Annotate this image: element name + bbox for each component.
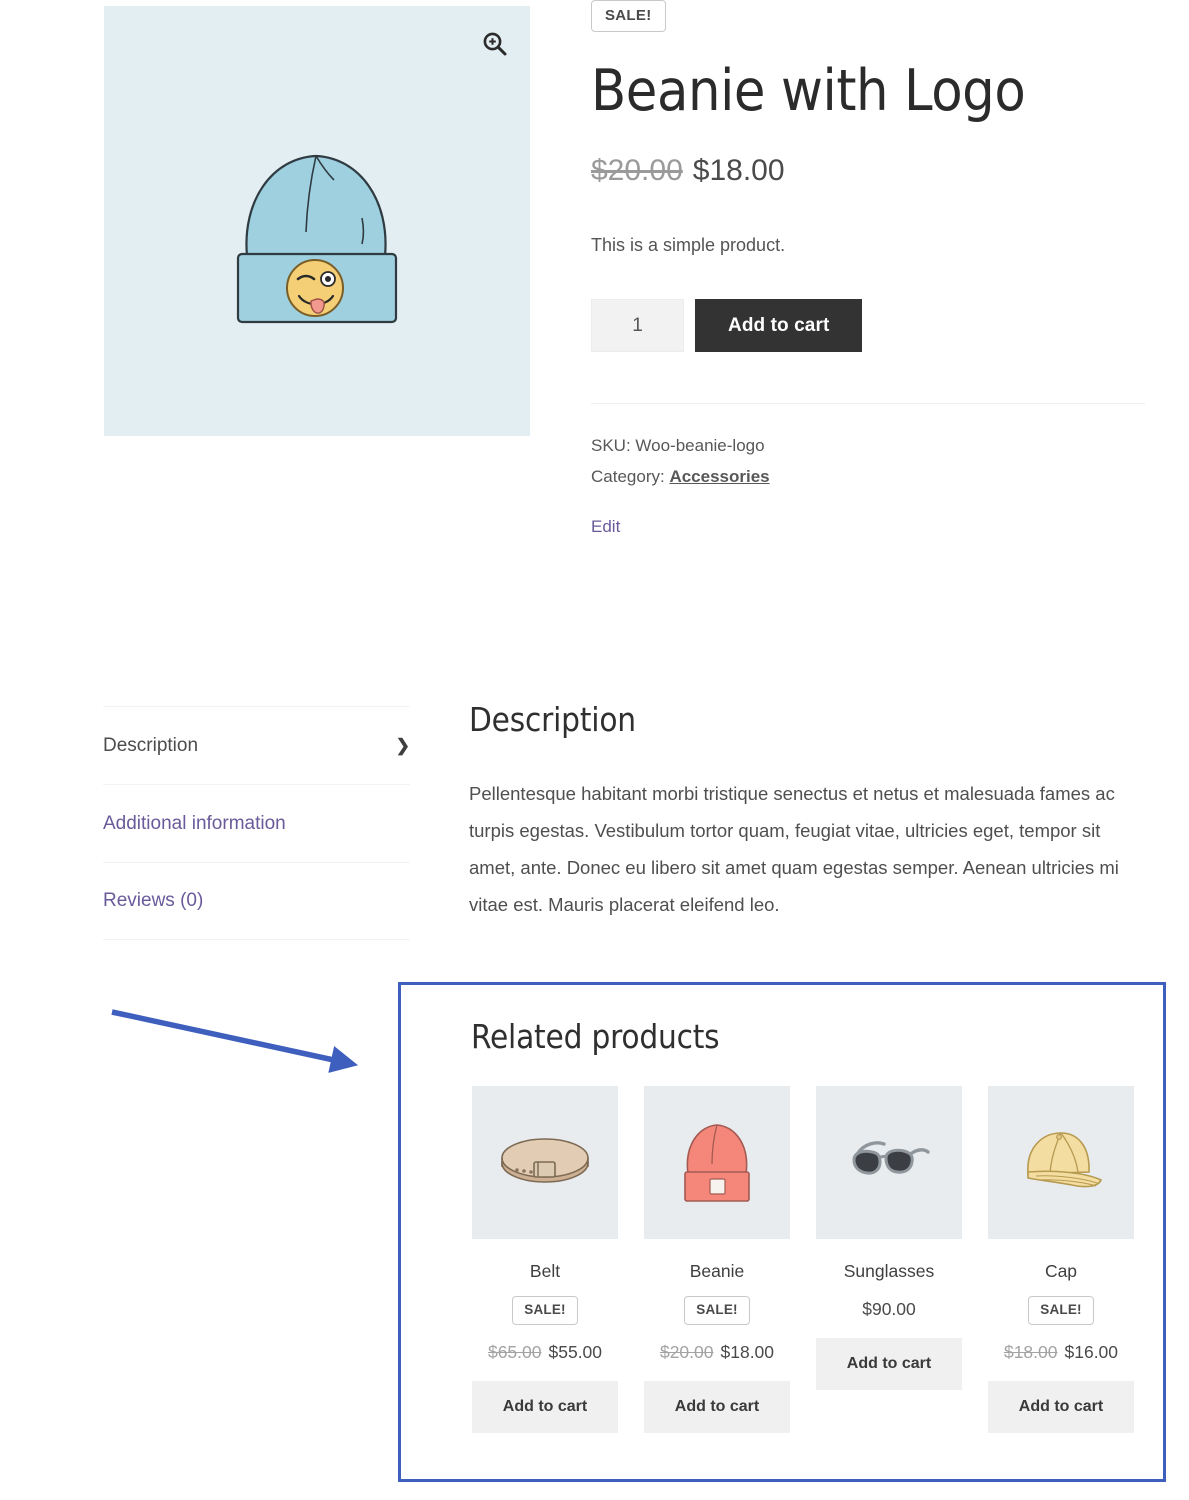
- related-add-to-cart-button[interactable]: Add to cart: [472, 1381, 618, 1433]
- category-link[interactable]: Accessories: [669, 467, 769, 486]
- related-sale-badge: SALE!: [512, 1296, 578, 1325]
- related-sale-badge: SALE!: [684, 1296, 750, 1325]
- related-price-sale: $18.00: [721, 1342, 775, 1362]
- related-price-sale: $16.00: [1065, 1342, 1119, 1362]
- related-product-card[interactable]: Beanie SALE! $20.00 $18.00 Add to cart: [644, 1086, 790, 1433]
- product-main-image[interactable]: [104, 6, 530, 436]
- sunglasses-image: [834, 1108, 944, 1218]
- related-product-card[interactable]: Cap SALE! $18.00 $16.00 Add to cart: [988, 1086, 1134, 1433]
- tab-panel-paragraph: Pellentesque habitant morbi tristique se…: [469, 775, 1149, 923]
- tab-panel-description: Description Pellentesque habitant morbi …: [469, 700, 1149, 923]
- related-product-thumbnail[interactable]: [816, 1086, 962, 1239]
- edit-link[interactable]: Edit: [591, 517, 620, 537]
- product-sku: SKU: Woo-beanie-logo: [591, 431, 1151, 462]
- related-product-thumbnail[interactable]: [472, 1086, 618, 1239]
- related-product-card[interactable]: Sunglasses $90.00 Add to cart: [816, 1086, 962, 1433]
- tab-reviews[interactable]: Reviews (0): [103, 862, 410, 940]
- cap-image: [1006, 1108, 1116, 1218]
- related-price-sale: $55.00: [549, 1342, 603, 1362]
- price-original: $20.00: [591, 154, 683, 187]
- related-product-name: Cap: [988, 1261, 1134, 1282]
- product-gallery[interactable]: [104, 6, 530, 436]
- product-meta: SKU: Woo-beanie-logo Category: Accessori…: [591, 431, 1151, 493]
- related-sale-badge: SALE!: [1028, 1296, 1094, 1325]
- beanie-image: [662, 1108, 772, 1218]
- tab-description[interactable]: Description ❯: [103, 706, 410, 784]
- related-products-grid: Belt SALE! $65.00 $55.00 Add to cart Bean…: [472, 1086, 1148, 1433]
- related-product-thumbnail[interactable]: [988, 1086, 1134, 1239]
- related-price-regular: $90.00: [862, 1299, 916, 1319]
- related-add-to-cart-button[interactable]: Add to cart: [816, 1338, 962, 1390]
- chevron-right-icon: ❯: [396, 737, 410, 754]
- related-product-card[interactable]: Belt SALE! $65.00 $55.00 Add to cart: [472, 1086, 618, 1433]
- tab-description-label: Description: [103, 735, 198, 757]
- related-product-price: $90.00: [816, 1299, 962, 1320]
- related-product-price: $65.00 $55.00: [472, 1342, 618, 1363]
- belt-image: [490, 1108, 600, 1218]
- category-label: Category:: [591, 467, 665, 486]
- annotation-arrow: [100, 995, 390, 1085]
- related-products-section: Related products Belt SALE! $65.00$55.: [398, 982, 1166, 1482]
- tab-additional-information-label: Additional information: [103, 813, 286, 835]
- meta-divider: [591, 403, 1145, 404]
- related-product-name: Sunglasses: [816, 1261, 962, 1282]
- quantity-input[interactable]: [591, 299, 684, 352]
- related-product-price: $20.00 $18.00: [644, 1342, 790, 1363]
- tab-reviews-label: Reviews (0): [103, 890, 203, 912]
- related-price-original: $18.00: [1004, 1342, 1058, 1362]
- price-sale: $18.00: [693, 154, 785, 187]
- product-summary: SALE! Beanie with Logo $20.00 $18.00 This…: [591, 0, 1151, 537]
- beanie-with-logo-illustration: [202, 106, 432, 336]
- related-price-original: $65.00: [488, 1342, 542, 1362]
- magnifier-plus-icon[interactable]: [482, 31, 508, 57]
- add-to-cart-button[interactable]: Add to cart: [695, 299, 862, 352]
- price-row: $20.00 $18.00: [591, 153, 1151, 189]
- related-product-thumbnail[interactable]: [644, 1086, 790, 1239]
- add-to-cart-form: Add to cart: [591, 299, 1151, 352]
- sale-badge: SALE!: [591, 0, 666, 32]
- related-products-heading: Related products: [471, 1017, 719, 1056]
- short-description: This is a simple product.: [591, 231, 1151, 260]
- product-tabs-list: Description ❯ Additional information Rev…: [103, 706, 410, 940]
- related-add-to-cart-button[interactable]: Add to cart: [644, 1381, 790, 1433]
- product-category: Category: Accessories: [591, 462, 1151, 493]
- related-product-price: $18.00 $16.00: [988, 1342, 1134, 1363]
- page-title: Beanie with Logo: [591, 60, 1151, 123]
- related-product-name: Belt: [472, 1261, 618, 1282]
- related-add-to-cart-button[interactable]: Add to cart: [988, 1381, 1134, 1433]
- related-product-name: Beanie: [644, 1261, 790, 1282]
- related-price-original: $20.00: [660, 1342, 714, 1362]
- tab-additional-information[interactable]: Additional information: [103, 784, 410, 862]
- tab-panel-heading: Description: [469, 700, 1149, 739]
